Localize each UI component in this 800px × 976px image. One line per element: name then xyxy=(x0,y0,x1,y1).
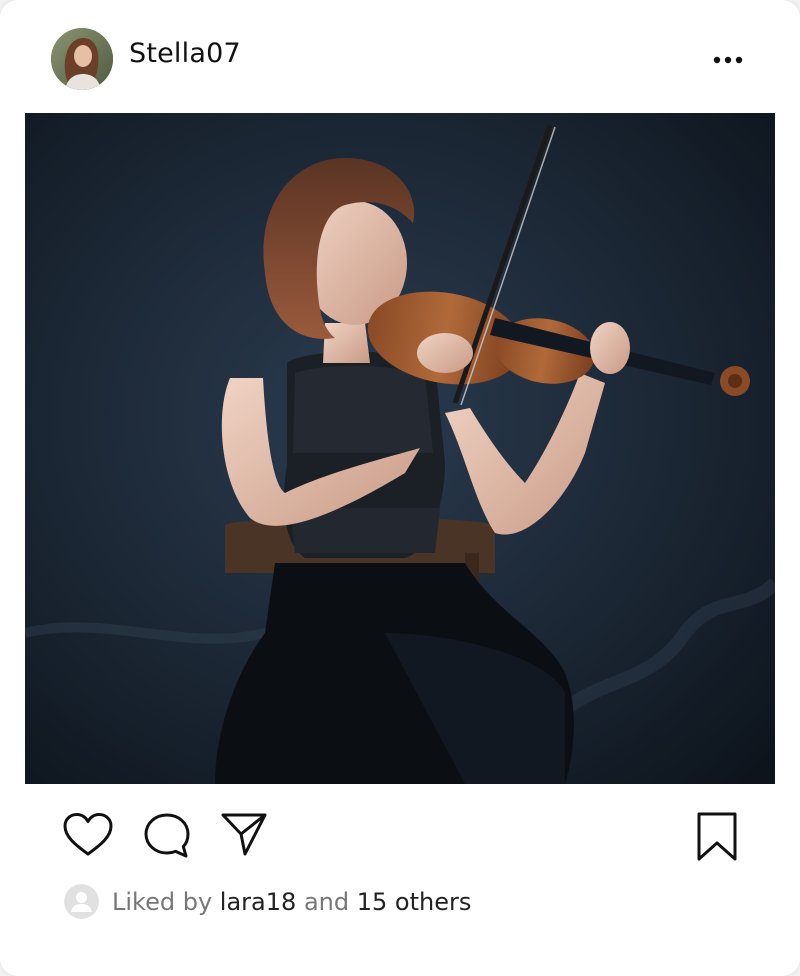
likes-connector: and xyxy=(303,888,350,916)
post-card: Stella07 Liked by lara18 and 15 others xyxy=(0,0,800,976)
share-button[interactable] xyxy=(220,811,268,857)
comment-button[interactable] xyxy=(142,811,192,861)
heart-icon xyxy=(63,813,113,856)
user-avatar[interactable] xyxy=(51,28,113,90)
post-username[interactable]: Stella07 xyxy=(129,38,241,69)
liker-username[interactable]: lara18 xyxy=(220,888,297,916)
save-button[interactable] xyxy=(695,811,739,863)
default-avatar-icon xyxy=(64,884,99,919)
action-bar xyxy=(0,784,800,874)
like-button[interactable] xyxy=(62,812,114,858)
more-options-icon[interactable] xyxy=(708,45,748,75)
liked-by-label: Liked by xyxy=(112,888,213,916)
comment-bubble-icon xyxy=(144,813,190,858)
likes-text: Liked by lara18 and 15 others xyxy=(112,888,471,916)
others-count[interactable]: 15 others xyxy=(357,888,472,916)
liker-avatar[interactable] xyxy=(64,884,99,919)
post-image[interactable] xyxy=(25,113,775,784)
post-header: Stella07 xyxy=(0,0,800,112)
avatar-image xyxy=(51,28,113,90)
likes-summary: Liked by lara18 and 15 others xyxy=(0,874,800,930)
bookmark-icon xyxy=(697,812,737,861)
paper-plane-icon xyxy=(221,813,267,856)
violinist-photo xyxy=(25,113,775,784)
